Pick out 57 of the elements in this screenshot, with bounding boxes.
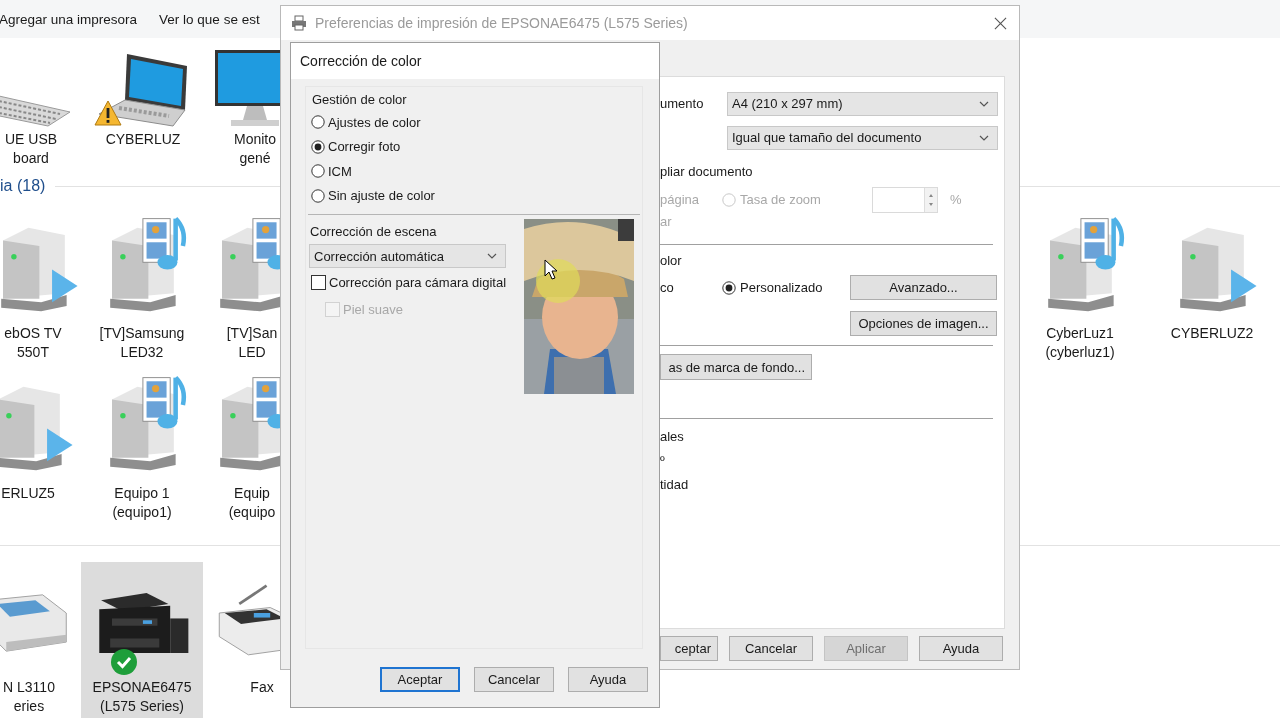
device-tile[interactable]: CYBERLUZ2 (1162, 200, 1262, 345)
device-tile[interactable]: N L3110 eries (0, 562, 79, 718)
radio-label: Sin ajuste de color (328, 188, 435, 204)
output-size-dropdown[interactable]: Igual que tamaño del documento (727, 125, 998, 150)
radio-button[interactable] (311, 164, 325, 179)
option-label: ales (660, 428, 684, 446)
radio-button[interactable] (311, 139, 325, 154)
laptop-icon (97, 52, 189, 128)
field-label: umento (660, 96, 705, 111)
device-tile[interactable]: EPSONAE6475 (L575 Series) (81, 562, 203, 718)
dialog-button[interactable]: ceptar (660, 636, 718, 661)
checkbox-label: Piel suave (343, 301, 403, 317)
radio-label: Corregir foto (328, 139, 401, 155)
radio-label: Personalizado (740, 280, 823, 295)
option-label: co (660, 280, 675, 295)
window-title: Preferencias de impresión de EPSONAE6475 (L575 Series) (315, 15, 689, 31)
option-label: tidad (660, 476, 689, 494)
radio-label: Ajustes de color (328, 114, 421, 130)
dialog-button[interactable]: Ayuda (919, 636, 1003, 661)
zoom-spin-field[interactable] (872, 186, 938, 213)
dialog-title: Corrección de color (291, 43, 659, 79)
radio-label: Tasa de zoom (740, 192, 821, 207)
device-tile[interactable]: CyberLuz1 (cyberluz1) (1030, 200, 1130, 364)
option-label: º (660, 452, 665, 470)
dialog-button[interactable]: Ayuda (568, 667, 648, 692)
radio-button[interactable] (311, 188, 325, 203)
section-label: olor (660, 252, 682, 270)
section-label: pliar documento (660, 163, 753, 181)
radio-button[interactable] (311, 115, 325, 130)
chevron-down-icon (487, 253, 497, 259)
checkbox-label: Corrección para cámara digital (329, 274, 507, 290)
chevron-down-icon (979, 100, 989, 107)
spin-arrows-icon[interactable] (924, 187, 937, 212)
close-icon[interactable] (994, 16, 1007, 30)
group-label: Gestión de color (312, 91, 407, 109)
radio-label: ICM (328, 163, 352, 179)
scene-dropdown[interactable]: Corrección automática (309, 244, 506, 268)
dialog-button[interactable]: Cancelar (729, 636, 813, 661)
group-heading: ia (18) (0, 177, 46, 195)
option-label: ar (660, 213, 672, 231)
checkbox[interactable] (311, 274, 326, 290)
device-tile[interactable]: UE USB board (0, 40, 81, 170)
cursor-icon (544, 259, 558, 281)
advanced-button[interactable]: Avanzado... (850, 275, 997, 300)
printer-icon (291, 15, 307, 31)
field-label: Corrección de escena (310, 223, 437, 241)
dialog-button[interactable]: Cancelar (474, 667, 554, 692)
paper-size-dropdown[interactable]: A4 (210 x 297 mm) (727, 91, 998, 116)
image-options-button[interactable]: Opciones de imagen... (850, 310, 997, 336)
chevron-down-icon (979, 134, 989, 141)
device-tile[interactable]: CYBERLUZ (93, 40, 193, 151)
radio-button[interactable] (722, 280, 736, 295)
dialog-button[interactable]: Aceptar (380, 667, 460, 692)
toolbar-button[interactable]: Ver lo que se est (156, 9, 263, 29)
option-label: página (660, 192, 701, 207)
unit-label: % (950, 192, 962, 207)
watermark-button[interactable]: as de marca de fondo... (660, 354, 812, 380)
